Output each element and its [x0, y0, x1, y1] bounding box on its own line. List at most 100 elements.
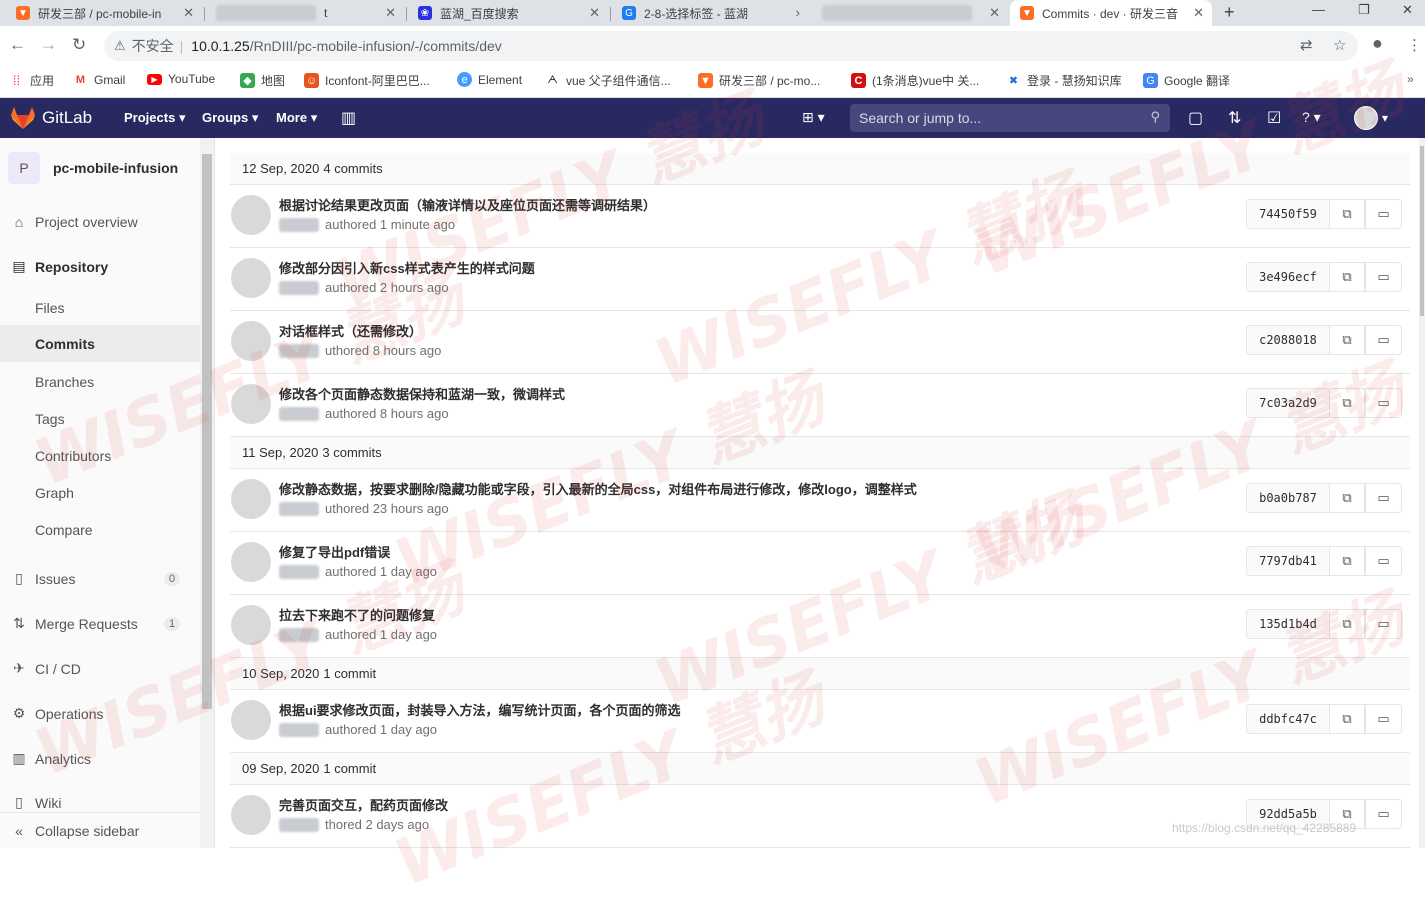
sidebar-item-repository[interactable]: ▤ Repository [0, 248, 200, 285]
page-scrollbar[interactable] [1419, 138, 1425, 848]
insecure-label[interactable]: 不安全 [132, 36, 174, 56]
author-name-blurred[interactable] [279, 343, 319, 358]
bookmark-gitlab[interactable]: ▼ 研发三部 / pc-mo... [698, 72, 820, 89]
author-avatar[interactable] [231, 700, 271, 740]
browse-files-icon[interactable]: ▭ [1365, 704, 1402, 734]
user-avatar[interactable] [1354, 106, 1378, 130]
commit-sha-button[interactable]: 7c03a2d9 [1246, 388, 1330, 418]
commit-title[interactable]: 对话框样式（还需修改） [279, 321, 422, 340]
author-avatar[interactable] [231, 195, 271, 235]
browser-tab-5[interactable]: ✕ [812, 0, 1008, 26]
collapse-sidebar-button[interactable]: « Collapse sidebar [0, 812, 200, 848]
issues-icon[interactable]: ▢ [1188, 108, 1203, 128]
restore-icon[interactable]: ❐ [1358, 2, 1370, 18]
sidebar-item-project-overview[interactable]: ⌂ Project overview [0, 203, 200, 240]
author-avatar[interactable] [231, 795, 271, 835]
bookmark-element[interactable]: e Element [457, 72, 522, 87]
sidebar-scrollbar-thumb[interactable] [202, 154, 212, 709]
new-tab-button[interactable]: + [1224, 2, 1235, 23]
sidebar-item-analytics[interactable]: ▥ Analytics [0, 740, 200, 777]
copy-sha-icon[interactable]: ⧉ [1329, 546, 1365, 576]
help-dropdown-icon[interactable]: ? ▾ [1302, 109, 1321, 126]
commit-sha-button[interactable]: 74450f59 [1246, 199, 1330, 229]
merge-requests-icon[interactable]: ⇅ [1228, 108, 1241, 128]
author-avatar[interactable] [231, 258, 271, 298]
author-name-blurred[interactable] [279, 817, 319, 832]
commit-title[interactable]: 根据ui要求修改页面，封装导入方法，编写统计页面，各个页面的筛选 [279, 700, 681, 719]
browse-files-icon[interactable]: ▭ [1365, 388, 1402, 418]
commit-sha-button[interactable]: c2088018 [1246, 325, 1330, 355]
commit-title[interactable]: 修改部分因引入新css样式表产生的样式问题 [279, 258, 535, 277]
copy-sha-icon[interactable]: ⧉ [1329, 609, 1365, 639]
sidebar-item-files[interactable]: Files [0, 289, 200, 326]
sidebar-item-graph[interactable]: Graph [0, 474, 200, 511]
project-header[interactable]: P pc-mobile-infusion [8, 152, 178, 184]
sidebar-item-contributors[interactable]: Contributors [0, 437, 200, 474]
projects-menu[interactable]: Projects ▾ [124, 110, 185, 126]
commit-title[interactable]: 拉去下来跑不了的问题修复 [279, 605, 435, 624]
commit-title[interactable]: 修复了导出pdf错误 [279, 542, 390, 561]
todo-icon[interactable]: ☑ [1267, 108, 1281, 128]
close-tab-icon[interactable]: ✕ [589, 5, 600, 21]
copy-sha-icon[interactable]: ⧉ [1329, 388, 1365, 418]
browse-files-icon[interactable]: ▭ [1365, 199, 1402, 229]
commit-sha-button[interactable]: 135d1b4d [1246, 609, 1330, 639]
sidebar-item-issues[interactable]: ▯ Issues 0 [0, 560, 200, 597]
sidebar-item-branches[interactable]: Branches [0, 363, 200, 400]
star-icon[interactable]: ☆ [1333, 36, 1346, 54]
copy-sha-icon[interactable]: ⧉ [1329, 704, 1365, 734]
translate-icon[interactable]: ⇄ [1300, 36, 1313, 54]
browse-files-icon[interactable]: ▭ [1365, 546, 1402, 576]
author-avatar[interactable] [231, 321, 271, 361]
chevron-down-icon[interactable]: ▾ [1382, 111, 1388, 125]
bookmark-google-translate[interactable]: G Google 翻译 [1143, 72, 1230, 89]
browser-menu-icon[interactable]: ⋮ [1407, 36, 1422, 54]
author-avatar[interactable] [231, 542, 271, 582]
commit-title[interactable]: 根据讨论结果更改页面（输液详情以及座位页面还需等调研结果） [279, 195, 656, 214]
author-name-blurred[interactable] [279, 564, 319, 579]
browser-tab-2[interactable]: t ✕ [206, 0, 404, 26]
bookmark-wisefly[interactable]: ✖ 登录 - 慧扬知识库 [1006, 72, 1122, 89]
bookmark-maps[interactable]: ◆ 地图 [240, 72, 285, 89]
commit-sha-button[interactable]: b0a0b787 [1246, 483, 1330, 513]
commit-title[interactable]: 完善页面交互，配药页面修改 [279, 795, 448, 814]
author-avatar[interactable] [231, 605, 271, 645]
browse-files-icon[interactable]: ▭ [1365, 609, 1402, 639]
sidebar-item-operations[interactable]: ⚙ Operations [0, 695, 200, 732]
browser-tab-4[interactable]: G 2-8-选择标签 - 蓝湖 › [612, 0, 808, 26]
author-avatar[interactable] [231, 479, 271, 519]
back-icon[interactable]: ← [9, 35, 26, 55]
author-name-blurred[interactable] [279, 501, 319, 516]
profile-icon[interactable]: ● [1372, 33, 1383, 54]
browse-files-icon[interactable]: ▭ [1365, 325, 1402, 355]
sidebar-item-tags[interactable]: Tags [0, 400, 200, 437]
search-input[interactable]: Search or jump to... ⚲ [850, 104, 1170, 132]
browse-files-icon[interactable]: ▭ [1365, 483, 1402, 513]
bookmark-vue[interactable]: ᗅ vue 父子组件通信... [545, 72, 670, 89]
sidebar-item-commits[interactable]: Commits [0, 325, 200, 362]
reload-icon[interactable]: ↻ [72, 35, 86, 55]
url-field[interactable]: ⚠ 不安全 | 10.0.1.25 /RnDIII/pc-mobile-infu… [104, 31, 1358, 61]
browser-tab-3[interactable]: ❀ 蓝湖_百度搜索 ✕ [408, 0, 608, 26]
groups-menu[interactable]: Groups ▾ [202, 110, 258, 126]
bookmark-csdn[interactable]: C (1条消息)vue中 关... [851, 72, 979, 89]
forward-icon[interactable]: → [40, 35, 57, 55]
minimize-icon[interactable]: — [1312, 2, 1325, 17]
window-close-icon[interactable]: ✕ [1402, 2, 1413, 18]
author-name-blurred[interactable] [279, 217, 319, 232]
page-scrollbar-thumb[interactable] [1420, 146, 1424, 316]
close-tab-icon[interactable]: ✕ [1193, 5, 1204, 21]
copy-sha-icon[interactable]: ⧉ [1329, 262, 1365, 292]
close-tab-icon[interactable]: ✕ [183, 5, 194, 21]
browse-files-icon[interactable]: ▭ [1365, 799, 1402, 829]
author-name-blurred[interactable] [279, 722, 319, 737]
commit-title[interactable]: 修改静态数据，按要求删除/隐藏功能或字段，引入最新的全局css，对组件布局进行修… [279, 479, 917, 498]
browse-files-icon[interactable]: ▭ [1365, 262, 1402, 292]
close-tab-icon[interactable]: ✕ [385, 5, 396, 21]
bookmarks-more-icon[interactable]: » [1407, 72, 1414, 86]
commit-title[interactable]: 修改各个页面静态数据保持和蓝湖一致，微调样式 [279, 384, 565, 403]
copy-sha-icon[interactable]: ⧉ [1329, 483, 1365, 513]
commit-sha-button[interactable]: 3e496ecf [1246, 262, 1330, 292]
bookmark-gmail[interactable]: M Gmail [73, 72, 125, 87]
author-name-blurred[interactable] [279, 280, 319, 295]
